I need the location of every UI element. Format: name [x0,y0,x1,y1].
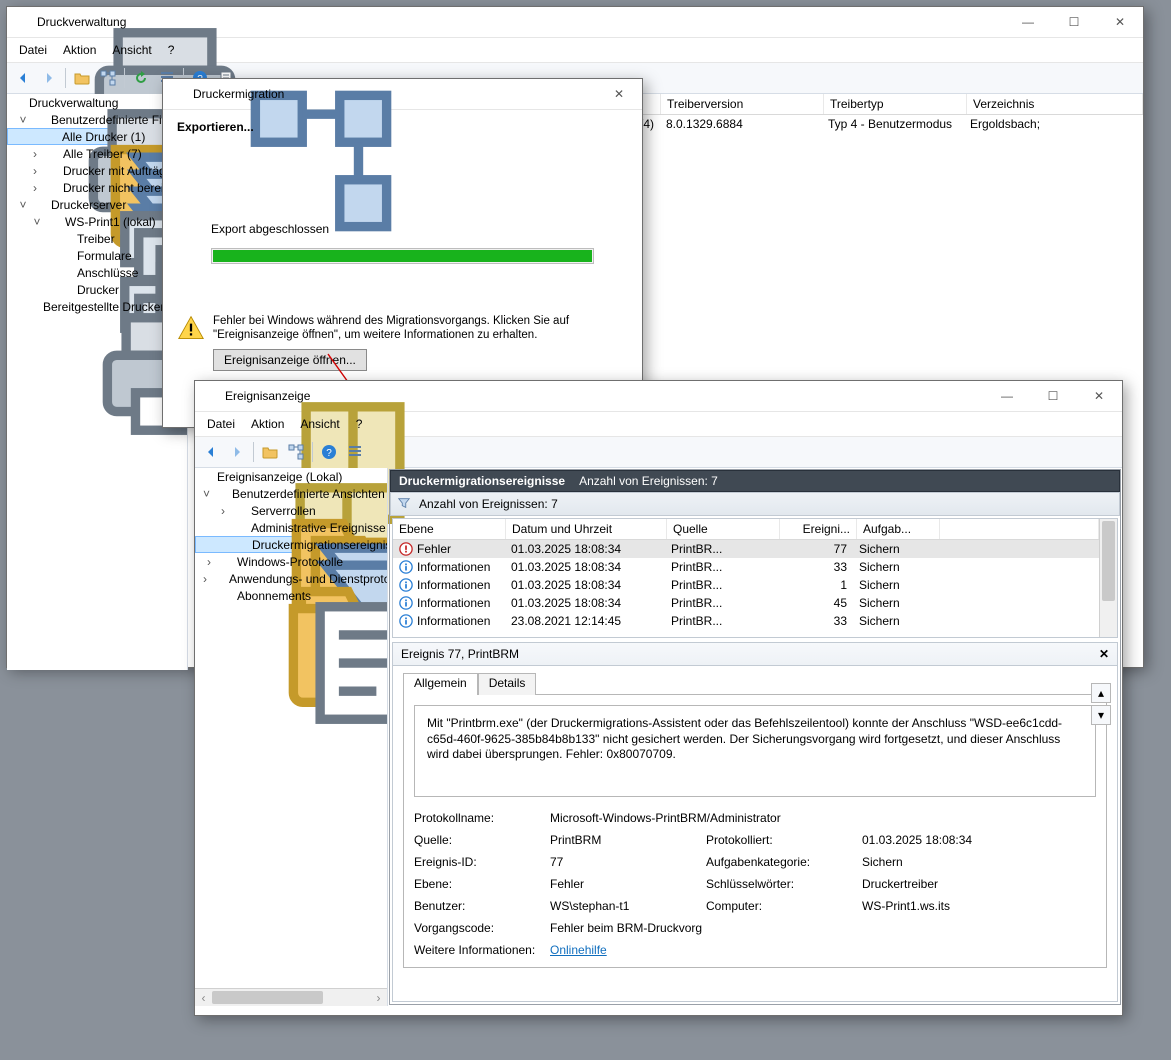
close-button[interactable]: ✕ [1097,7,1143,37]
minimize-button[interactable]: — [984,381,1030,411]
event-row[interactable]: Informationen01.03.2025 18:08:34PrintBR.… [393,594,1099,612]
ev-custom[interactable]: ˅Benutzerdefinierte Ansichten [195,485,387,502]
detail-grid: Protokollname:Microsoft-Windows-PrintBRM… [414,811,1096,957]
col-driverver[interactable]: Treiberversion [661,94,824,114]
mig-titlebar[interactable]: Druckermigration ✕ [163,79,642,110]
forward-button[interactable] [37,66,61,90]
eventviewer-window: Ereignisanzeige — ☐ ✕ Datei Aktion Ansic… [194,380,1123,1016]
col-dir[interactable]: Verzeichnis [967,94,1143,114]
ev-subhdr: Anzahl von Ereignissen: 7 [390,492,1120,516]
back-button[interactable] [199,440,223,464]
refresh-button[interactable] [129,66,153,90]
sep [124,68,125,88]
close-button[interactable]: ✕ [596,79,642,109]
up-button[interactable] [70,66,94,90]
book-icon [203,388,219,404]
detail-close-button[interactable]: ✕ [1099,647,1109,661]
count-value: 7 [711,474,718,488]
sep [253,442,254,462]
ev-hdrbar: Druckermigrationsereignisse Anzahl von E… [390,470,1120,492]
menu-help[interactable]: ? [350,415,369,433]
detail-title: Ereignis 77, PrintBRM [401,647,519,661]
tree-root[interactable]: Druckverwaltung [7,94,187,111]
ev-detail: Ereignis 77, PrintBRM ✕ Allgemein Detail… [392,642,1118,1002]
close-button[interactable]: ✕ [1076,381,1122,411]
tree-button[interactable] [96,66,120,90]
tree-servers[interactable]: ˅Druckerserver [7,196,187,213]
event-row[interactable]: Informationen23.08.2021 12:14:45PrintBR.… [393,612,1099,630]
view-name: Druckermigrationsereignisse [399,474,565,488]
tree-all-drivers[interactable]: ›Alle Treiber (7) [7,145,187,162]
tab-general[interactable]: Allgemein [403,673,478,695]
mig-warning: Fehler bei Windows während des Migration… [213,314,628,343]
up-button[interactable] [258,440,282,464]
detail-next-button[interactable]: ▾ [1091,705,1111,725]
warning-icon [177,314,205,342]
ev-titlebar[interactable]: Ereignisanzeige — ☐ ✕ [195,381,1122,412]
list-button[interactable] [343,440,367,464]
menu-view[interactable]: Ansicht [106,41,157,59]
ev-tree[interactable]: Ereignisanzeige (Lokal) ˅Benutzerdefinie… [195,468,388,1006]
menu-view[interactable]: Ansicht [294,415,345,433]
tree-button[interactable] [284,440,308,464]
progress-bar [211,248,594,264]
printer-icon [15,14,31,30]
vscrollbar[interactable] [1099,519,1117,637]
ev-winlogs[interactable]: ›Windows-Protokolle [195,553,387,570]
event-row[interactable]: Informationen01.03.2025 18:08:34PrintBR.… [393,576,1099,594]
tree-custom[interactable]: ˅Benutzerdefinierte Filter [7,111,187,128]
ev-toolbar [195,437,1122,468]
hscrollbar[interactable]: ‹ › [195,988,387,1006]
mig-title: Druckermigration [193,87,596,101]
menu-file[interactable]: Datei [13,41,53,59]
detail-message: Mit "Printbrm.exe" (der Druckermigration… [414,705,1096,797]
tree-server1[interactable]: ˅WS-Print1 (lokal) [7,213,187,230]
menu-action[interactable]: Aktion [57,41,102,59]
online-help-link[interactable]: Onlinehilfe [550,943,607,957]
pmc-titlebar[interactable]: Druckverwaltung — ☐ ✕ [7,7,1143,38]
menu-action[interactable]: Aktion [245,415,290,433]
open-eventviewer-button[interactable]: Ereignisanzeige öffnen... [213,349,367,371]
pmc-tree[interactable]: Druckverwaltung ˅Benutzerdefinierte Filt… [7,94,188,670]
back-button[interactable] [11,66,35,90]
menu-help[interactable]: ? [162,41,181,59]
detail-tabs: Allgemein Details [403,672,1107,695]
sep [65,68,66,88]
event-row[interactable]: Informationen01.03.2025 18:08:34PrintBR.… [393,558,1099,576]
ev-columns[interactable]: Ebene Datum und Uhrzeit Quelle Ereigni..… [393,519,1099,540]
tree-not-ready[interactable]: ›Drucker nicht bereit [7,179,187,196]
ev-root[interactable]: Ereignisanzeige (Lokal) [195,468,387,485]
detail-prev-button[interactable]: ▴ [1091,683,1111,703]
ev-appsvc[interactable]: ›Anwendungs- und Dienstprotokolle [195,570,387,587]
ev-title: Ereignisanzeige [225,389,984,403]
tree-deployed[interactable]: Bereitgestellte Drucker [7,298,187,315]
sep [312,442,313,462]
tree-with-jobs[interactable]: ›Drucker mit Aufträgen [7,162,187,179]
help-button[interactable] [317,440,341,464]
ev-subs[interactable]: Abonnements [195,587,387,604]
migration-dialog: Druckermigration ✕ Exportieren... Export… [162,78,643,428]
maximize-button[interactable]: ☐ [1030,381,1076,411]
filter-icon [397,496,411,513]
tree-icon [171,86,187,102]
menu-file[interactable]: Datei [201,415,241,433]
event-row[interactable]: Fehler01.03.2025 18:08:34PrintBR...77Sic… [393,540,1099,558]
maximize-button[interactable]: ☐ [1051,7,1097,37]
count-label: Anzahl von Ereignissen: [579,474,708,488]
ev-roles[interactable]: ›Serverrollen [195,502,387,519]
minimize-button[interactable]: — [1005,7,1051,37]
col-drivertype[interactable]: Treibertyp [824,94,967,114]
tab-details[interactable]: Details [478,673,537,695]
pmc-title: Druckverwaltung [37,15,1005,29]
forward-button[interactable] [225,440,249,464]
